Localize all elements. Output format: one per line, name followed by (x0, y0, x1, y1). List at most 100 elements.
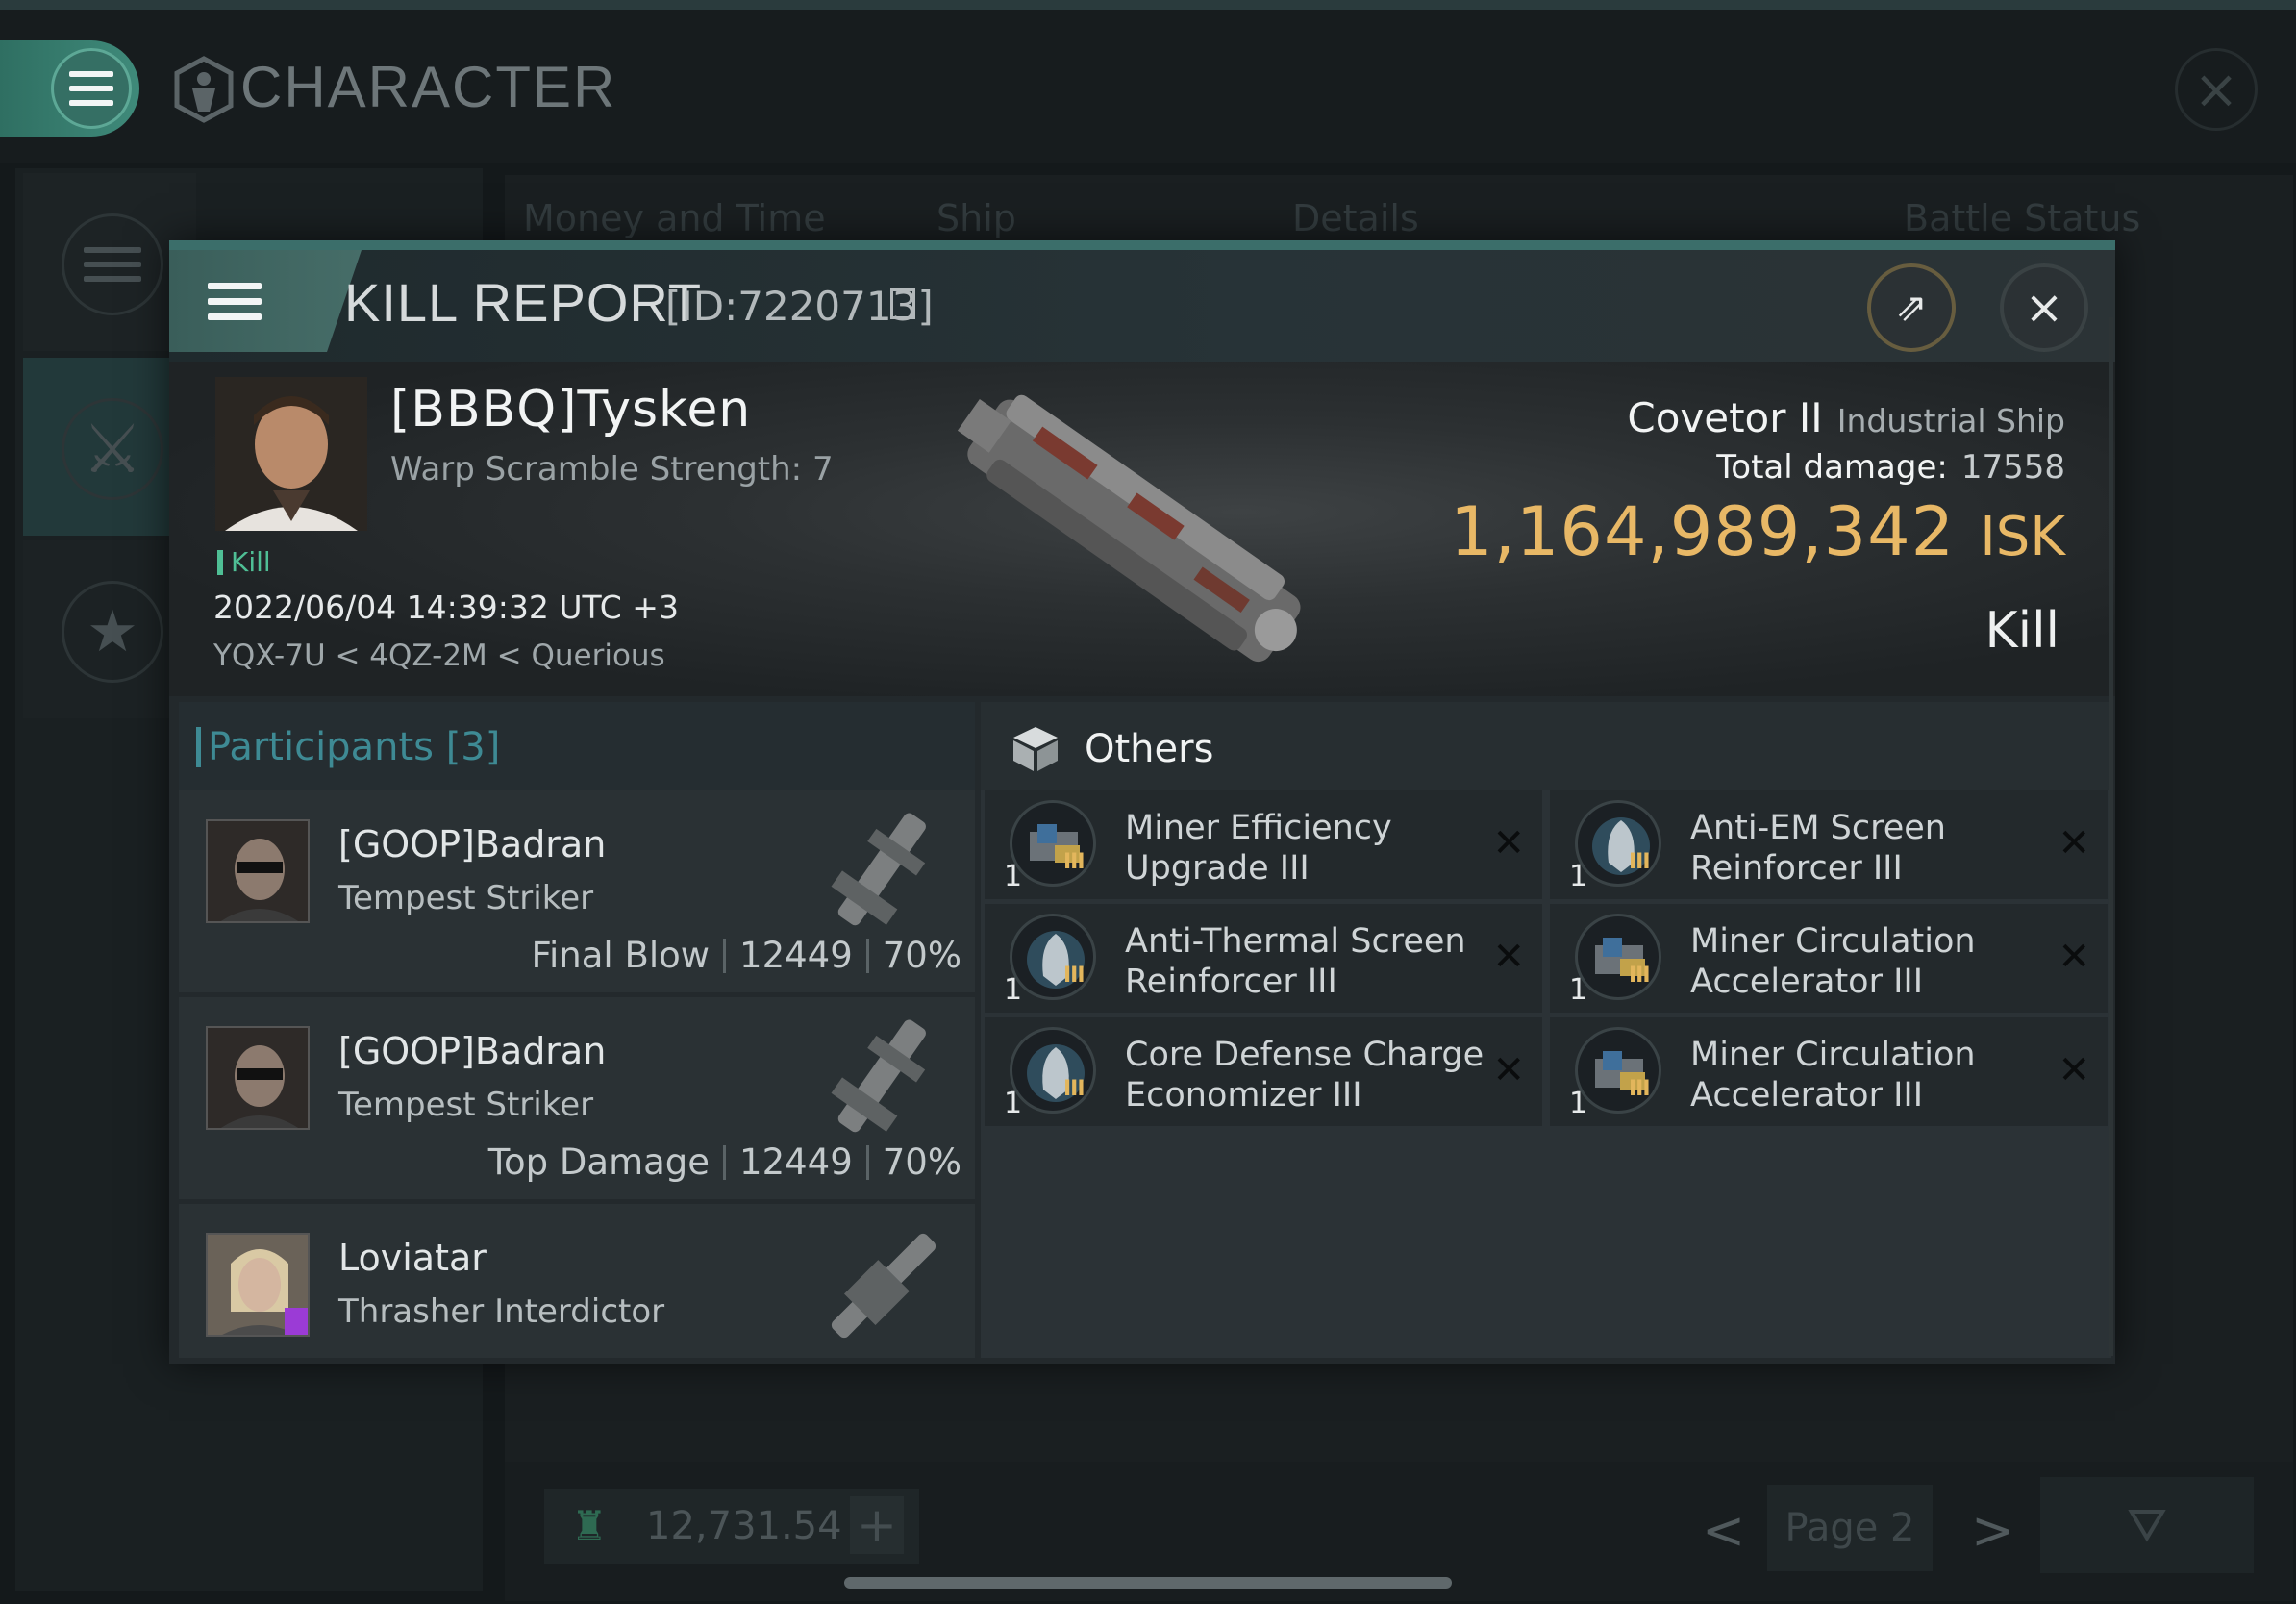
item-name: Miner Circulation Accelerator III (1690, 922, 1976, 1001)
window-close-button[interactable]: × (2175, 48, 2258, 131)
main-menu-button[interactable] (0, 40, 139, 137)
participant-ship: Tempest Striker (338, 879, 594, 917)
column-header-money[interactable]: Money and Time (523, 197, 826, 239)
add-funds-button[interactable]: + (850, 1496, 904, 1554)
participant-name[interactable]: Loviatar (338, 1237, 487, 1279)
participant-stats: Final Blow 12449 70% (531, 935, 961, 976)
dropped-item[interactable]: 1 III Anti-Thermal Screen Reinforcer III… (985, 904, 1542, 1013)
scrollbar[interactable] (844, 1577, 1452, 1589)
participant-stats: Top Damage 12449 70% (488, 1141, 961, 1183)
dropped-item[interactable]: 1 III Core Defense Charge Economizer III… (985, 1017, 1542, 1126)
filter-icon: ⛛ (2127, 1496, 2167, 1553)
dropped-item[interactable]: 1 III Miner Efficiency Upgrade III ✕ (985, 790, 1542, 899)
character-icon (174, 56, 234, 123)
participant-ship-image (831, 1233, 936, 1339)
share-button[interactable]: ⇗ (1867, 263, 1956, 352)
ship-name[interactable]: Covetor II (1627, 394, 1822, 441)
modal-title: KILL REPORT (344, 272, 703, 333)
wallet-value: 12,731.54 (646, 1504, 842, 1548)
hamburger-icon (69, 71, 113, 106)
participant-percent: 70% (882, 935, 961, 976)
victim-ship-image[interactable] (923, 377, 1346, 683)
participant-ship-image (831, 813, 926, 926)
dropped-item[interactable]: 1 III Miner Circulation Accelerator III … (1550, 904, 2108, 1013)
next-page-button[interactable]: > (1971, 1500, 2014, 1561)
participant-portrait[interactable] (206, 819, 310, 923)
participant-row[interactable]: [GOOP]Badran Tempest Striker Top Damage 1… (179, 997, 975, 1199)
destroyed-icon: ✕ (2058, 821, 2090, 865)
participant-name[interactable]: [GOOP]Badran (338, 823, 606, 865)
hamburger-icon (208, 282, 262, 320)
item-quantity: 1 (1004, 973, 1023, 1007)
destroyed-icon: ✕ (2058, 935, 2090, 979)
copy-icon[interactable] (890, 288, 915, 319)
total-damage-value: 17558 (1960, 448, 2065, 487)
destroyed-icon: ✕ (1492, 935, 1525, 979)
cargo-box-icon (1013, 727, 1058, 771)
victim-name[interactable]: [BBBQ]Tysken (390, 381, 751, 439)
participant-ship: Tempest Striker (338, 1086, 594, 1124)
kill-result: Kill (1984, 602, 2059, 660)
participant-ship: Thrasher Interdictor (338, 1292, 665, 1331)
item-meta-level: III (1629, 1077, 1651, 1101)
item-quantity: 1 (1004, 860, 1023, 893)
filter-button[interactable]: ⛛ (2040, 1477, 2254, 1573)
close-icon: × (2024, 281, 2064, 335)
participant-percent: 70% (882, 1141, 961, 1183)
isk-unit: ISK (1980, 506, 2065, 568)
participant-damage: 12449 (739, 1141, 853, 1183)
item-quantity: 1 (1569, 973, 1588, 1007)
item-name: Miner Circulation Accelerator III (1690, 1036, 1976, 1115)
participant-name[interactable]: [GOOP]Badran (338, 1030, 606, 1072)
item-quantity: 1 (1004, 1087, 1023, 1120)
item-name: Anti-Thermal Screen Reinforcer III (1125, 922, 1466, 1001)
crossed-swords-icon: ⚔ (62, 398, 163, 500)
ship-info: Covetor II Industrial Ship (1627, 394, 2065, 441)
warp-scramble-strength: Warp Scramble Strength: 7 (390, 450, 834, 489)
column-header-details[interactable]: Details (1292, 197, 1419, 239)
participants-title[interactable]: Participants [3] (195, 725, 501, 769)
item-meta-level: III (1063, 964, 1086, 988)
kill-tag: Kill (217, 546, 271, 578)
participants-label: Participants (208, 725, 434, 769)
column-header-ship[interactable]: Ship (936, 197, 1016, 239)
ship-class: Industrial Ship (1836, 402, 2065, 439)
item-meta-level: III (1629, 964, 1651, 988)
total-damage: Total damage: 17558 (1716, 448, 2065, 487)
wallet-box: ♜ 12,731.54 + (544, 1489, 919, 1564)
external-link-icon: ⇗ (1895, 286, 1928, 330)
previous-page-button[interactable]: < (1702, 1500, 1745, 1561)
participants-count: [3] (445, 725, 501, 769)
participant-role: Final Blow (531, 935, 711, 976)
list-icon (84, 247, 141, 282)
others-title: Others (1085, 727, 1214, 771)
kill-location[interactable]: YQX-7U < 4QZ-2M < Querious (213, 639, 665, 673)
item-quantity: 1 (1569, 860, 1588, 893)
isk-value: 1,164,989,342 (1450, 492, 1956, 571)
participant-ship-image (831, 1019, 926, 1133)
dropped-item[interactable]: 1 III Anti-EM Screen Reinforcer III ✕ (1550, 790, 2108, 899)
page-title: CHARACTER (240, 55, 617, 119)
item-meta-level: III (1629, 850, 1651, 874)
item-name: Core Defense Charge Economizer III (1125, 1036, 1485, 1115)
star-icon: ★ (62, 581, 163, 683)
participant-row[interactable]: [GOOP]Badran Tempest Striker Final Blow 1… (179, 790, 975, 992)
item-meta-level: III (1063, 1077, 1086, 1101)
participant-row[interactable]: Loviatar Thrasher Interdictor (179, 1204, 975, 1358)
destroyed-icon: ✕ (1492, 821, 1525, 865)
victim-portrait[interactable] (215, 377, 367, 531)
destroyed-icon: ✕ (1492, 1048, 1525, 1092)
participant-portrait[interactable] (206, 1026, 310, 1130)
isk-loss: 1,164,989,342 ISK (1450, 492, 2065, 571)
dropped-item[interactable]: 1 III Miner Circulation Accelerator III … (1550, 1017, 2108, 1126)
top-strip (0, 0, 2296, 10)
modal-close-button[interactable]: × (2000, 263, 2088, 352)
participant-portrait[interactable] (206, 1233, 310, 1337)
modal-accent-stripe (169, 240, 2115, 250)
item-name: Miner Efficiency Upgrade III (1125, 809, 1392, 888)
page-indicator: Page 2 (1767, 1485, 1933, 1571)
item-meta-level: III (1063, 850, 1086, 874)
item-quantity: 1 (1569, 1087, 1588, 1120)
item-name: Anti-EM Screen Reinforcer III (1690, 809, 1946, 888)
column-header-battle-status[interactable]: Battle Status (1904, 197, 2140, 239)
